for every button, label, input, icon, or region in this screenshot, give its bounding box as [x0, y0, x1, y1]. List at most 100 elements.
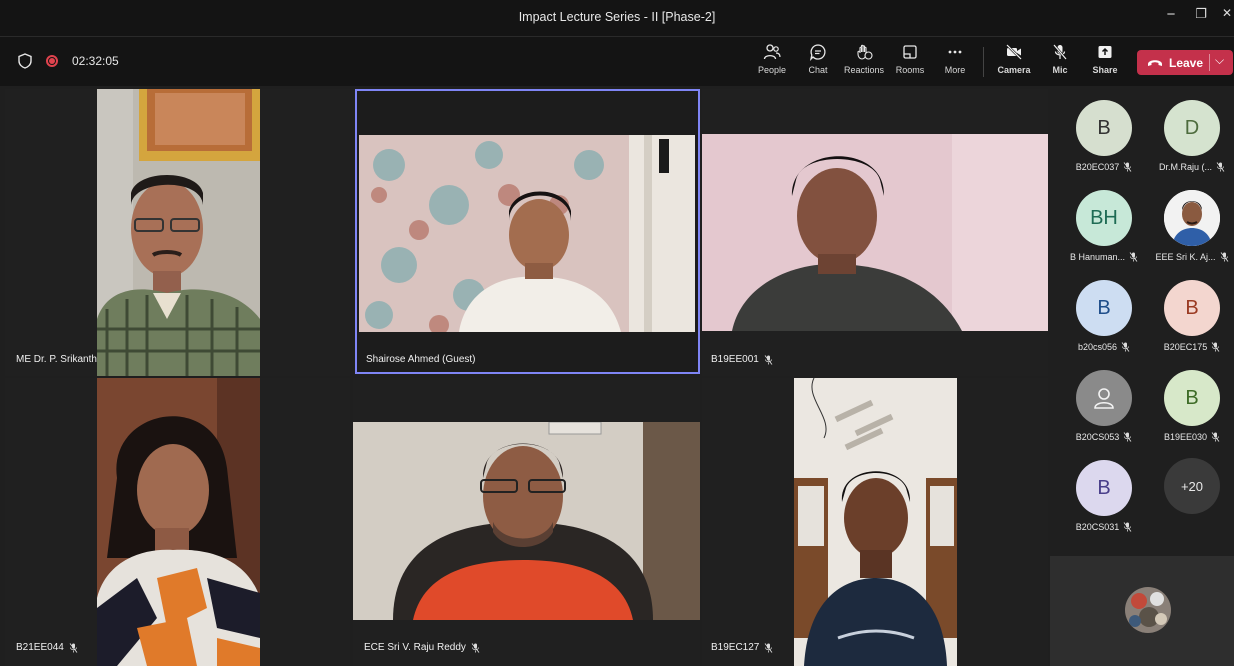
participant-label: B20EC175 [1146, 342, 1234, 352]
mic-off-icon [1220, 252, 1228, 262]
mic-off-icon [1211, 432, 1220, 442]
people-label: People [757, 65, 787, 75]
video-tile[interactable]: B19EC127 [702, 378, 1048, 666]
people-button[interactable]: People [750, 43, 794, 75]
participant-video [353, 422, 700, 620]
participant-avatar-item[interactable]: B b20cs056 [1058, 280, 1150, 352]
participant-name-tag: Shairose Ahmed (Guest) [366, 354, 476, 365]
mic-button[interactable]: Mic [1038, 43, 1082, 75]
participant-label: B20EC037 [1058, 162, 1150, 172]
avatar-photo [1164, 190, 1220, 246]
minimize-button[interactable]: − [1160, 6, 1182, 23]
participant-video [359, 135, 695, 332]
mic-off-icon [764, 354, 773, 365]
participant-label: b20cs056 [1058, 342, 1150, 352]
mic-off-icon [1129, 252, 1138, 262]
chat-button[interactable]: Chat [796, 43, 840, 75]
participant-name-tag: B21EE044 [16, 642, 78, 653]
leave-button[interactable]: Leave ⌵ [1137, 50, 1233, 75]
participant-avatar-item[interactable]: EEE Sri K. Aj... [1146, 190, 1234, 262]
more-button[interactable]: More [933, 43, 977, 75]
meeting-status: 02:32:05 [18, 53, 119, 69]
participant-video [97, 89, 260, 376]
participant-video [97, 378, 260, 666]
participant-video [702, 134, 1048, 331]
participant-avatar-item[interactable]: D Dr.M.Raju (... [1146, 100, 1234, 172]
avatar: B [1164, 370, 1220, 426]
participant-avatar-item[interactable]: B B19EE030 [1146, 370, 1234, 442]
participant-avatar-item[interactable]: B20CS053 [1058, 370, 1150, 442]
rooms-button[interactable]: Rooms [888, 43, 932, 75]
participant-name-tag: B19EE001 [711, 354, 773, 365]
maximize-button[interactable]: ❐ [1190, 6, 1212, 22]
overflow-count-badge: +20 [1164, 458, 1220, 514]
avatar: B [1076, 460, 1132, 516]
video-stage: ME Dr. P. Srikanth Shairose Ahmed (Guest… [0, 86, 1050, 666]
reactions-label: Reactions [843, 65, 885, 75]
title-bar: Impact Lecture Series - II [Phase-2] − ❐… [0, 0, 1234, 36]
camera-off-icon [1006, 44, 1022, 60]
video-tile-active-speaker[interactable]: Shairose Ahmed (Guest) [355, 89, 700, 374]
participant-name-tag: ME Dr. P. Srikanth [16, 354, 97, 365]
participant-name: B19EE001 [711, 354, 759, 365]
participant-video [794, 378, 957, 666]
avatar: B [1076, 280, 1132, 336]
mic-off-icon [69, 642, 78, 653]
mic-off-icon [1211, 342, 1220, 352]
meeting-timer: 02:32:05 [72, 54, 119, 68]
leave-divider [1209, 54, 1210, 71]
mic-off-icon [765, 642, 773, 653]
participant-name-tag: B19EC127 [711, 642, 773, 653]
self-avatar [1125, 587, 1171, 633]
video-tile[interactable]: ME Dr. P. Srikanth [5, 89, 350, 376]
avatar: B [1164, 280, 1220, 336]
participant-name: ECE Sri V. Raju Reddy [364, 642, 466, 653]
share-icon [1098, 46, 1112, 58]
camera-button[interactable]: Camera [992, 43, 1036, 75]
camera-label: Camera [997, 65, 1031, 75]
participant-avatar-item[interactable]: B B20CS031 [1058, 460, 1150, 532]
participant-label: B19EE030 [1146, 432, 1234, 442]
participant-label: B20CS053 [1058, 432, 1150, 442]
reactions-icon [857, 44, 873, 60]
participant-name: Shairose Ahmed (Guest) [366, 354, 476, 365]
participant-label: B Hanuman... [1058, 252, 1150, 262]
rooms-icon [903, 45, 917, 59]
participant-avatar-item[interactable]: BH B Hanuman... [1058, 190, 1150, 262]
participant-name: B19EC127 [711, 642, 760, 653]
meeting-toolbar: 02:32:05 People Chat Reactions Rooms Mor… [0, 36, 1234, 86]
mic-off-icon [1053, 44, 1067, 60]
avatar [1076, 370, 1132, 426]
participant-label: B20CS031 [1058, 522, 1150, 532]
mic-off-icon [1216, 162, 1225, 172]
window-title: Impact Lecture Series - II [Phase-2] [518, 10, 716, 24]
reactions-button[interactable]: Reactions [842, 43, 886, 75]
participant-name-tag: ECE Sri V. Raju Reddy [364, 642, 480, 653]
participant-name: ME Dr. P. Srikanth [16, 354, 97, 365]
avatar: D [1164, 100, 1220, 156]
video-tile[interactable]: B19EE001 [702, 89, 1048, 376]
chat-label: Chat [808, 65, 828, 75]
avatar: BH [1076, 190, 1132, 246]
self-view-tile[interactable] [1050, 556, 1234, 666]
more-participants-button[interactable]: +20 [1146, 458, 1234, 514]
close-window-button[interactable]: ✕ [1220, 6, 1234, 20]
toolbar-divider [983, 47, 984, 77]
mic-off-icon [1121, 342, 1130, 352]
rooms-label: Rooms [895, 65, 925, 75]
share-button[interactable]: Share [1083, 43, 1127, 75]
chevron-down-icon[interactable]: ⌵ [1215, 53, 1224, 68]
mic-off-icon [471, 642, 480, 653]
recording-icon [46, 55, 58, 67]
participant-gallery: B B20EC037 D Dr.M.Raju (... BH B Hanuman… [1050, 86, 1234, 556]
participant-avatar-item[interactable]: B B20EC175 [1146, 280, 1234, 352]
mic-label: Mic [1052, 65, 1068, 75]
video-tile[interactable]: ECE Sri V. Raju Reddy [353, 378, 700, 666]
mic-off-icon [1123, 432, 1132, 442]
shield-icon[interactable] [18, 53, 32, 69]
phone-hangup-icon [1148, 59, 1162, 66]
video-tile[interactable]: B21EE044 [5, 378, 350, 666]
participant-label: EEE Sri K. Aj... [1146, 252, 1234, 262]
participant-avatar-item[interactable]: B B20EC037 [1058, 100, 1150, 172]
mic-off-icon [1123, 162, 1132, 172]
